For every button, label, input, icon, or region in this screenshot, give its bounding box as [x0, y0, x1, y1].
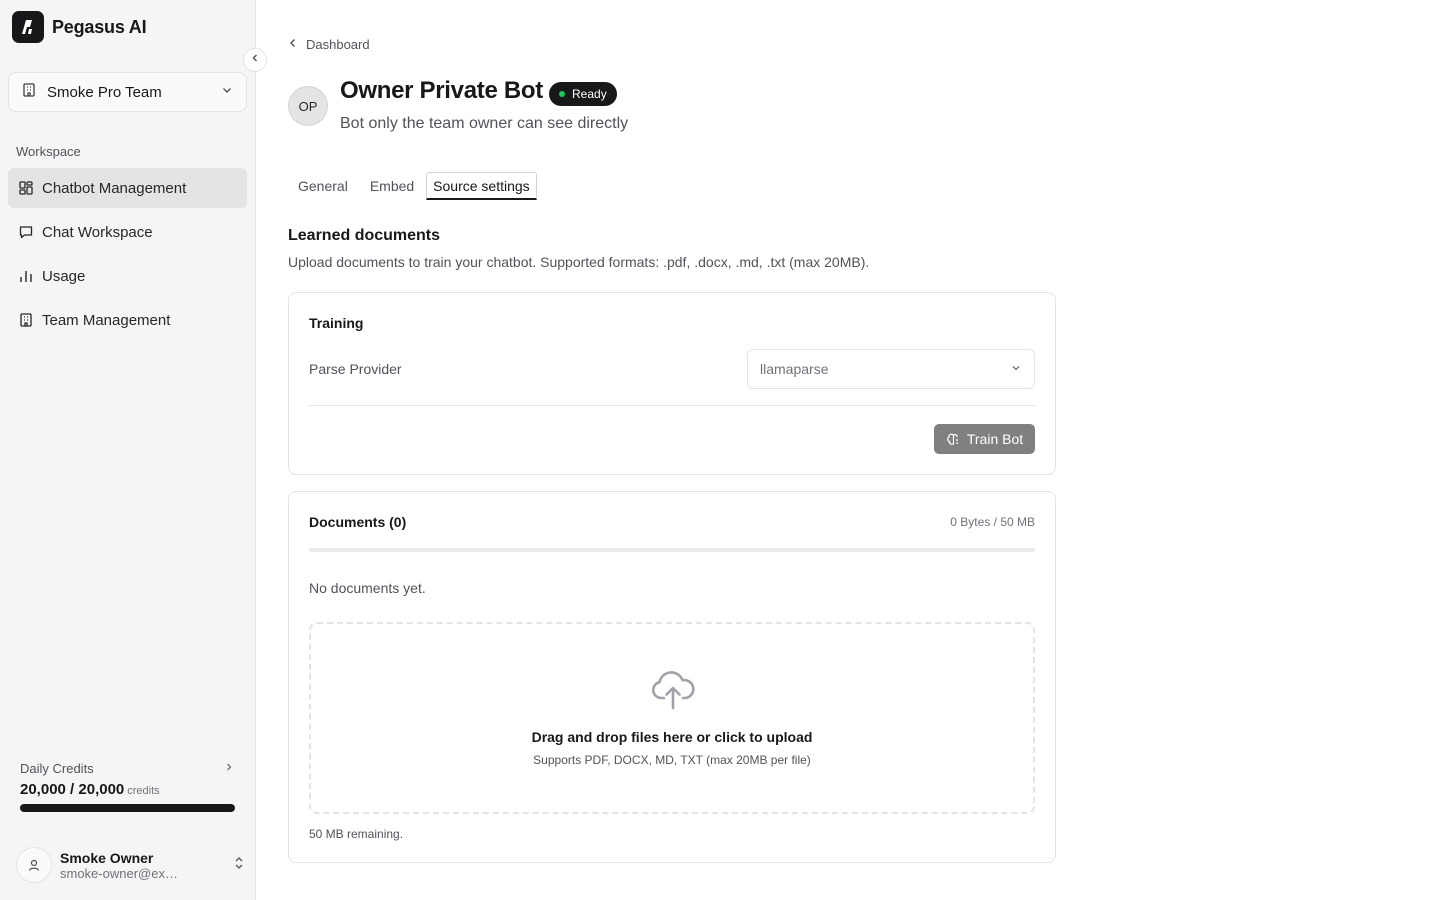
section-description: Upload documents to train your chatbot. … — [288, 254, 870, 270]
message-square-icon — [18, 224, 34, 240]
section-title: Learned documents — [288, 227, 441, 244]
bot-description: Bot only the team owner can see directly — [340, 115, 629, 132]
parse-provider-select[interactable]: llamaparse — [747, 349, 1035, 389]
upload-dropzone[interactable]: Drag and drop files here or click to upl… — [309, 622, 1035, 814]
training-card: Training Parse Provider llamaparse Train… — [288, 292, 1056, 475]
parse-provider-label: Parse Provider — [309, 361, 402, 377]
user-email: smoke-owner@example.com — [60, 865, 185, 881]
building-icon — [18, 312, 34, 328]
sidebar-item-label: Chatbot Management — [42, 179, 187, 197]
user-menu[interactable]: Smoke Owner smoke-owner@example.com — [16, 847, 246, 883]
chevron-right-icon — [223, 761, 235, 776]
bar-chart-icon — [18, 268, 34, 284]
sidebar-item-chatbot-management[interactable]: Chatbot Management — [8, 168, 247, 208]
daily-credits[interactable]: Daily Credits 20,000 / 20,000 credits — [20, 761, 235, 812]
documents-storage: 0 Bytes / 50 MB — [950, 515, 1035, 529]
page-title: Owner Private Bot — [340, 77, 543, 104]
building-icon — [21, 82, 37, 103]
parse-provider-value: llamaparse — [760, 361, 829, 377]
brand-name: Pegasus AI — [52, 16, 147, 37]
chevron-down-icon — [1010, 361, 1022, 377]
storage-progress-bar — [309, 548, 1035, 552]
status-label: Ready — [572, 87, 607, 101]
documents-title: Documents (0) — [309, 514, 407, 530]
sidebar-item-label: Chat Workspace — [42, 223, 153, 241]
chevron-left-icon — [288, 37, 298, 52]
credits-progress-fill — [20, 804, 235, 812]
training-title: Training — [309, 315, 364, 331]
tab-embed[interactable]: Embed — [360, 172, 424, 200]
credits-progress-bar — [20, 804, 235, 812]
team-switcher-label: Smoke Pro Team — [47, 83, 162, 101]
user-name: Smoke Owner — [60, 849, 154, 866]
credits-unit: credits — [127, 785, 160, 797]
divider — [309, 405, 1035, 406]
chevron-left-icon — [249, 51, 261, 69]
collapse-sidebar-button[interactable] — [243, 48, 267, 72]
chevrons-up-down-icon — [232, 855, 246, 876]
breadcrumb-back-link[interactable]: Dashboard — [288, 37, 370, 52]
upload-cloud-icon — [650, 668, 696, 715]
train-bot-button[interactable]: Train Bot — [934, 424, 1035, 454]
train-bot-label: Train Bot — [966, 431, 1024, 447]
brand-logo-icon — [12, 11, 44, 43]
tab-source-settings[interactable]: Source settings — [426, 172, 537, 200]
status-badge: Ready — [549, 82, 617, 106]
sidebar-item-label: Team Management — [42, 311, 171, 329]
bot-avatar: OP — [288, 86, 328, 126]
dashboard-grid-icon — [18, 180, 34, 196]
tab-list: General Embed Source settings — [288, 172, 539, 200]
sidebar-nav: Chatbot Management Chat Workspace Usage — [8, 168, 247, 344]
brand[interactable]: Pegasus AI — [12, 11, 147, 43]
sidebar: Pegasus AI Smoke Pro Team Workspace Chat… — [0, 0, 256, 900]
sidebar-item-usage[interactable]: Usage — [8, 256, 247, 296]
empty-state-text: No documents yet. — [309, 580, 426, 596]
brain-icon — [946, 432, 961, 447]
dropzone-subtitle: Supports PDF, DOCX, MD, TXT (max 20MB pe… — [533, 753, 811, 767]
credits-value: 20,000 / 20,000 — [20, 781, 125, 798]
storage-remaining: 50 MB remaining. — [309, 827, 404, 841]
credits-title: Daily Credits — [20, 761, 94, 776]
documents-card: Documents (0) 0 Bytes / 50 MB No documen… — [288, 491, 1056, 863]
user-avatar-icon — [16, 847, 52, 883]
dropzone-title: Drag and drop files here or click to upl… — [531, 729, 813, 745]
tab-general[interactable]: General — [288, 172, 358, 200]
chevron-down-icon — [220, 83, 234, 102]
team-switcher[interactable]: Smoke Pro Team — [8, 72, 247, 112]
sidebar-item-label: Usage — [42, 267, 86, 285]
status-dot-icon — [559, 91, 565, 97]
breadcrumb-label: Dashboard — [306, 37, 370, 52]
sidebar-section-label: Workspace — [16, 144, 81, 159]
sidebar-item-team-management[interactable]: Team Management — [8, 300, 247, 340]
sidebar-item-chat-workspace[interactable]: Chat Workspace — [8, 212, 247, 252]
